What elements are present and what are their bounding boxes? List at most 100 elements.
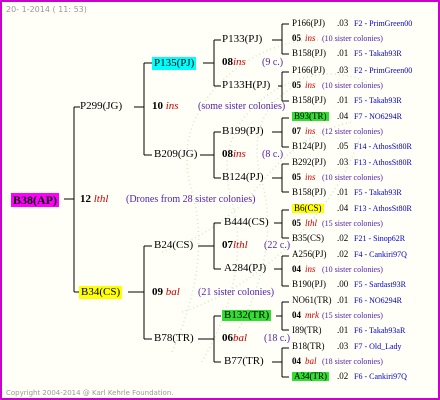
level2-generation: 06bal [222, 333, 247, 344]
generation-number: 06 [222, 332, 233, 344]
level4-note: (10 sister colonies) [322, 265, 383, 274]
level4-node[interactable]: B6(CS) [292, 204, 324, 213]
level4-info: F21 - Sinop62R [354, 234, 406, 243]
generation-ins: lthl [233, 239, 248, 251]
level4-node[interactable]: A34(TR) [292, 372, 329, 381]
level4-value: .02 [337, 371, 349, 381]
level4-generation: 04 ins [292, 265, 316, 274]
level4-node[interactable]: B158(PJ) [292, 49, 326, 58]
level4-node[interactable]: P166(PJ) [292, 19, 325, 28]
level3-node[interactable]: B124(PJ) [222, 172, 264, 183]
level4-node[interactable]: NO61(TR) [292, 296, 332, 305]
level4-value: .03 [337, 18, 349, 28]
level4-info: F4 - Cankiri97Q [354, 250, 407, 259]
generation-ins: ins [305, 33, 316, 43]
level4-info: F5 - Sardast93R [354, 280, 406, 289]
level1-generation: 09 bal [152, 287, 180, 298]
generation-ins: lthl [93, 193, 109, 205]
generation-number: 05 [292, 172, 301, 182]
level4-note: (18 sister colonies) [322, 357, 383, 366]
level4-value: .05 [337, 141, 349, 151]
level1-note: (some sister colonies) [198, 101, 286, 112]
generation-ins: ins [233, 56, 246, 68]
level4-value: .01 [337, 325, 349, 335]
generation-number: 05 [292, 80, 301, 90]
generation-number: 08 [222, 148, 233, 160]
level4-info: F6 - Takab93aR [354, 326, 406, 335]
level4-note: (10 sister colonies) [322, 34, 383, 43]
root-note: (Drones from 28 sister colonies) [126, 194, 256, 205]
level4-node[interactable]: B124(PJ) [292, 142, 326, 151]
level4-value: .03 [337, 157, 349, 167]
generation-number: 05 [292, 33, 301, 43]
level1-generation: 10 ins [152, 101, 179, 112]
level4-note: (12 sister colonies) [322, 127, 383, 136]
generation-ins: ins [165, 100, 179, 112]
generation-number: 12 [80, 193, 91, 205]
level4-node[interactable]: P166(PJ) [292, 66, 325, 75]
level2-generation: 08ins [222, 57, 246, 68]
level2-node[interactable]: B209(JG) [154, 149, 197, 160]
generation-ins: ins [305, 264, 316, 274]
level4-node[interactable]: B292(PJ) [292, 158, 326, 167]
level3-node[interactable]: B199(PJ) [222, 126, 264, 137]
level3-node[interactable]: P133H(PJ) [222, 80, 270, 91]
level2-note: (8 c.) [262, 149, 284, 160]
generation-ins: ins [305, 172, 316, 182]
level4-value: .01 [337, 295, 349, 305]
level4-value: .03 [337, 65, 349, 75]
level3-node[interactable]: P133(PJ) [222, 34, 262, 45]
level4-info: F2 - PrimGreen00 [354, 66, 413, 75]
generation-ins: bal [305, 356, 317, 366]
level2-node[interactable]: B24(CS) [154, 240, 193, 251]
level4-value: .04 [337, 111, 349, 121]
level4-generation: 05 ins [292, 173, 316, 182]
level4-info: F7 - NO6294R [354, 112, 403, 121]
level4-node[interactable]: B158(PJ) [292, 96, 326, 105]
generation-ins: ins [305, 126, 316, 136]
level3-node[interactable]: B77(TR) [224, 356, 264, 367]
level4-note: (10 sister colonies) [322, 81, 383, 90]
generation-number: 08 [222, 56, 233, 68]
level4-info: F7 - Old_Lady [354, 342, 402, 351]
level4-node[interactable]: B158(PJ) [292, 188, 326, 197]
level4-value: .04 [337, 203, 349, 213]
level4-node[interactable]: B35(CS) [292, 234, 324, 243]
level4-generation: 07 ins [292, 127, 316, 136]
level2-node[interactable]: P135(PJ) [152, 57, 197, 70]
level4-info: F6 - Cankiri97Q [354, 372, 407, 381]
level4-value: .02 [337, 249, 349, 259]
level4-generation: 05 lthl [292, 219, 317, 228]
level4-info: F5 - Takab93R [354, 49, 402, 58]
level3-node[interactable]: A284(PJ) [224, 263, 266, 274]
level4-node[interactable]: B18(TR) [292, 342, 325, 351]
level4-generation: 04 bal [292, 357, 317, 366]
level4-info: F2 - PrimGreen00 [354, 19, 413, 28]
level4-node[interactable]: I89(TR) [292, 326, 322, 335]
level4-info: F6 - NO6294R [354, 296, 403, 305]
root-generation: 12 lthl [80, 194, 108, 205]
level4-node[interactable]: A256(PJ) [292, 250, 327, 259]
level4-value: .02 [337, 233, 349, 243]
generation-ins: ins [233, 148, 246, 160]
level4-value: .00 [337, 279, 349, 289]
level4-info: F13 - AthosSt80R [354, 158, 412, 167]
level4-node[interactable]: B93(TR) [292, 112, 329, 121]
level2-note: (18 c.) [264, 333, 291, 344]
generation-ins: ins [305, 80, 316, 90]
level4-node[interactable]: B190(PJ) [292, 280, 326, 289]
generation-number: 04 [292, 264, 301, 274]
level2-generation: 08ins [222, 149, 246, 160]
level1-node[interactable]: B34(CS) [79, 286, 123, 299]
generation-ins: lthl [305, 218, 318, 228]
level4-info: F5 - Takab93R [354, 96, 402, 105]
level4-note: (15 sister colonies) [322, 219, 383, 228]
generation-number: 07 [222, 239, 233, 251]
level1-node[interactable]: P299(JG) [80, 101, 122, 112]
generation-ins: bal [233, 332, 248, 344]
generation-number: 09 [152, 286, 163, 298]
level3-node[interactable]: B132(TR) [222, 310, 272, 321]
root-node[interactable]: B38(AP) [11, 193, 59, 207]
level3-node[interactable]: B444(CS) [224, 217, 269, 228]
level2-node[interactable]: B78(TR) [154, 333, 194, 344]
